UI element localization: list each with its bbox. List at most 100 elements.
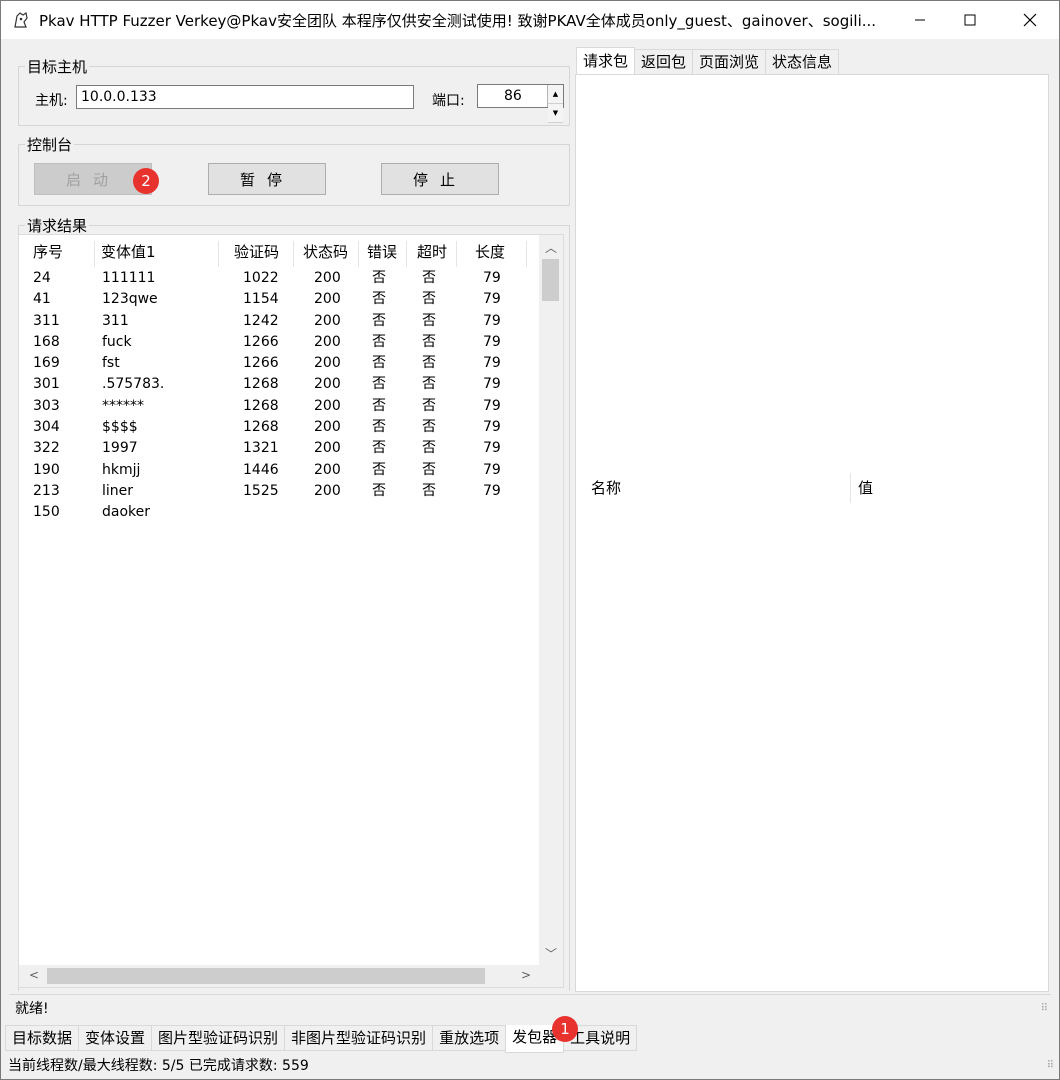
table-row[interactable]: 301 .575783. 1268 200 否 否 79 [19, 374, 539, 395]
column-header-variant[interactable]: 变体值1 [101, 241, 219, 267]
footer-status: 当前线程数/最大线程数: 5/5 已完成请求数: 559 ⠿ [1, 1053, 1059, 1079]
tab-target-data[interactable]: 目标数据 [5, 1025, 80, 1051]
cell-length: 79 [483, 355, 501, 372]
vertical-scroll-thumb[interactable] [542, 259, 559, 301]
cell-timeout: 否 [422, 312, 436, 329]
table-row[interactable]: 322 1997 1321 200 否 否 79 [19, 438, 539, 459]
pause-button[interactable]: 暂停 [208, 163, 326, 195]
close-icon [1023, 13, 1037, 27]
cell-status: 200 [314, 333, 341, 350]
cell-error: 否 [372, 312, 386, 329]
cell-captcha: 1266 [243, 355, 279, 372]
tab-page-view[interactable]: 页面浏览 [692, 49, 767, 75]
column-header-error[interactable]: 错误 [367, 241, 407, 267]
tab-non-image-captcha[interactable]: 非图片型验证码识别 [284, 1025, 434, 1051]
tab-request[interactable]: 请求包 [576, 47, 636, 75]
cell-status: 200 [314, 397, 341, 414]
cell-variant: 111111 [102, 270, 156, 286]
scroll-left-icon[interactable]: < [29, 968, 39, 982]
stop-button[interactable]: 停止 [381, 163, 499, 195]
table-row[interactable]: 190 hkmjj 1446 200 否 否 79 [19, 460, 539, 481]
minimize-button[interactable] [897, 1, 943, 39]
cell-length: 79 [483, 397, 501, 414]
cell-captcha: 1525 [243, 482, 279, 499]
cell-status: 200 [314, 355, 341, 372]
table-row[interactable]: 304 $$$$ 1268 200 否 否 79 [19, 417, 539, 438]
cell-variant: ****** [102, 397, 144, 414]
app-window: Pkav HTTP Fuzzer Verkey@Pkav安全团队 本程序仅供安全… [0, 0, 1060, 1080]
close-button[interactable] [1007, 1, 1053, 39]
chevron-down-icon[interactable]: ▼ [548, 104, 563, 123]
window-title: Pkav HTTP Fuzzer Verkey@Pkav安全团队 本程序仅供安全… [39, 11, 877, 30]
results-label: 请求结果 [25, 217, 90, 235]
tab-variant-settings[interactable]: 变体设置 [78, 1025, 153, 1051]
cell-id: 213 [33, 482, 60, 499]
vertical-scrollbar[interactable]: ︿ ﹀ [539, 235, 563, 967]
horizontal-scrollbar[interactable]: < > [19, 965, 563, 987]
table-row[interactable]: 150 daoker [19, 502, 539, 523]
cell-id: 322 [33, 440, 60, 457]
value-column-header[interactable]: 值 [858, 477, 873, 498]
cell-id: 311 [33, 312, 60, 329]
name-column-header[interactable]: 名称 [591, 477, 621, 498]
cell-error: 否 [372, 397, 386, 414]
status-text: 就绪! [15, 1001, 49, 1017]
cell-length: 79 [483, 461, 501, 478]
cell-status: 200 [314, 291, 341, 308]
port-value: 86 [504, 88, 522, 104]
maximize-button[interactable] [947, 1, 993, 39]
tab-status-info[interactable]: 状态信息 [765, 49, 840, 75]
column-header-id[interactable]: 序号 [33, 241, 95, 267]
cell-length: 79 [483, 270, 501, 286]
cell-length: 79 [483, 482, 501, 499]
scroll-down-icon[interactable]: ﹀ [545, 945, 557, 962]
cell-variant: liner [102, 482, 134, 499]
cell-length: 79 [483, 419, 501, 436]
cell-error: 否 [372, 270, 386, 286]
table-row[interactable]: 303 ****** 1268 200 否 否 79 [19, 396, 539, 417]
column-header-status[interactable]: 状态码 [303, 241, 359, 267]
status-line: 就绪! ⠿ [9, 994, 1051, 1022]
host-input[interactable]: 10.0.0.133 [76, 85, 414, 109]
column-header-length[interactable]: 长度 [475, 241, 527, 267]
footer-resize-grip-icon: ⠿ [1046, 1060, 1054, 1071]
table-row[interactable]: 41 123qwe 1154 200 否 否 79 [19, 289, 539, 310]
app-logo-icon [14, 12, 28, 28]
scroll-up-icon[interactable]: ︿ [545, 239, 557, 256]
chevron-up-icon[interactable]: ▲ [548, 85, 563, 104]
port-stepper[interactable]: ▲ ▼ [547, 85, 563, 123]
tab-response[interactable]: 返回包 [634, 49, 694, 75]
cell-variant: hkmjj [102, 461, 141, 478]
cell-id: 41 [33, 291, 51, 308]
cell-captcha: 1242 [243, 312, 279, 329]
cell-variant: 311 [102, 312, 129, 329]
cell-captcha: 1022 [243, 270, 279, 286]
bottom-tab-bar: 目标数据 变体设置 图片型验证码识别 非图片型验证码识别 重放选项 发包器 工具… [5, 1025, 638, 1053]
results-list-header: 序号 变体值1 验证码 状态码 错误 超时 长度 [19, 235, 539, 271]
stop-label: 停止 [412, 170, 467, 189]
cell-variant: $$$$ [102, 419, 138, 436]
results-list[interactable]: 序号 变体值1 验证码 状态码 错误 超时 长度 24 111111 1022 200… [18, 234, 564, 988]
tab-replay-options[interactable]: 重放选项 [432, 1025, 507, 1051]
title-bar: Pkav HTTP Fuzzer Verkey@Pkav安全团队 本程序仅供安全… [1, 1, 1059, 39]
table-row[interactable]: 168 fuck 1266 200 否 否 79 [19, 332, 539, 353]
cell-status: 200 [314, 461, 341, 478]
horizontal-scroll-thumb[interactable] [47, 968, 485, 984]
table-row[interactable]: 24 111111 1022 200 否 否 79 [19, 268, 539, 289]
table-row[interactable]: 213 liner 1525 200 否 否 79 [19, 481, 539, 502]
cell-timeout: 否 [422, 482, 436, 499]
tab-image-captcha[interactable]: 图片型验证码识别 [151, 1025, 286, 1051]
table-row[interactable]: 169 fst 1266 200 否 否 79 [19, 353, 539, 374]
cell-id: 169 [33, 355, 60, 372]
cell-captcha: 1446 [243, 461, 279, 478]
host-label: 主机: [35, 93, 68, 109]
column-header-timeout[interactable]: 超时 [417, 241, 457, 267]
resize-grip-icon: ⠿ [1040, 1003, 1048, 1014]
column-header-captcha[interactable]: 验证码 [234, 241, 294, 267]
console-label: 控制台 [25, 136, 75, 154]
scroll-right-icon[interactable]: > [521, 968, 531, 982]
port-input[interactable]: 86 ▲ ▼ [477, 84, 564, 123]
start-badge: 2 [133, 168, 159, 194]
table-row[interactable]: 311 311 1242 200 否 否 79 [19, 311, 539, 332]
cell-length: 79 [483, 333, 501, 350]
